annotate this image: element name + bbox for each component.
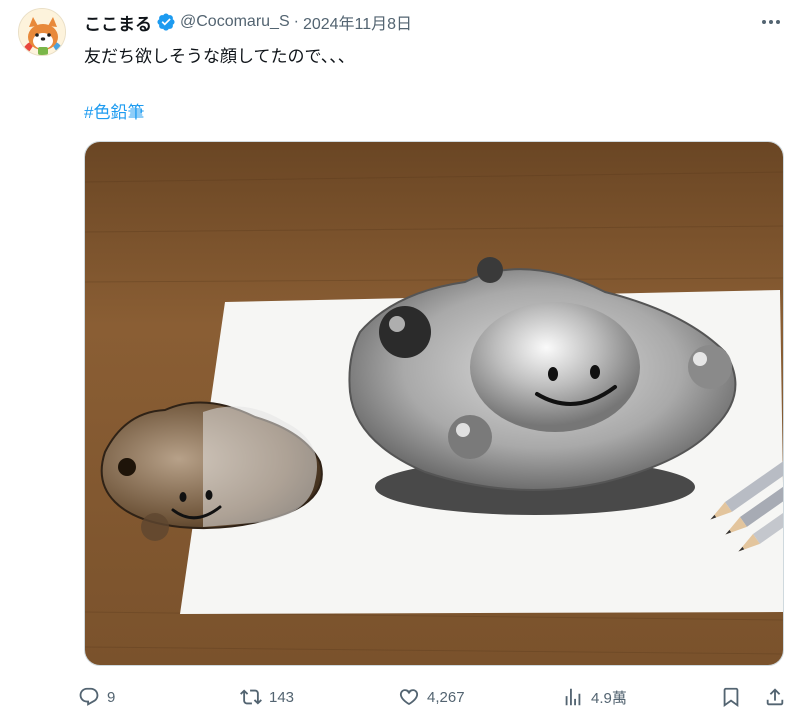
separator-dot: ·: [293, 13, 299, 30]
reply-count: 9: [107, 688, 116, 706]
share-icon: [766, 688, 784, 706]
tweet-media-photo[interactable]: [84, 141, 784, 666]
reply-button[interactable]: 9: [78, 682, 115, 712]
views-button[interactable]: 4.9萬: [562, 682, 627, 712]
verified-badge-icon[interactable]: [156, 12, 176, 32]
bookmark-icon: [723, 687, 739, 708]
like-count: 4,267: [427, 688, 465, 706]
avatar[interactable]: [18, 8, 66, 56]
user-handle[interactable]: @Cocomaru_S: [180, 13, 290, 31]
more-button[interactable]: [759, 12, 783, 32]
repost-count: 143: [269, 688, 295, 706]
views-count: 4.9萬: [591, 689, 627, 707]
heart-icon: [399, 689, 419, 706]
post-date[interactable]: 2024年11月8日: [303, 10, 412, 34]
dog-avatar-icon: [19, 9, 65, 55]
bookmark-button[interactable]: [720, 682, 742, 712]
tweet-actions: 9 143 4,267 4.9萬: [78, 682, 790, 712]
like-button[interactable]: 4,267: [398, 682, 465, 712]
reply-icon: [79, 687, 99, 706]
tweet-text: 友だち欲しそうな顔してたので、、、: [84, 47, 355, 66]
display-name[interactable]: ここまる: [84, 10, 152, 35]
drawing-photo: [85, 142, 783, 665]
repost-icon: [240, 689, 262, 705]
share-button[interactable]: [764, 682, 786, 712]
repost-button[interactable]: 143: [240, 682, 294, 712]
views-chart-icon: [565, 688, 581, 706]
more-icon: [762, 20, 780, 24]
hashtag-link[interactable]: #色鉛筆: [84, 98, 144, 123]
tweet-header: ここまる @Cocomaru_S · 2024年11月8日: [84, 10, 412, 34]
